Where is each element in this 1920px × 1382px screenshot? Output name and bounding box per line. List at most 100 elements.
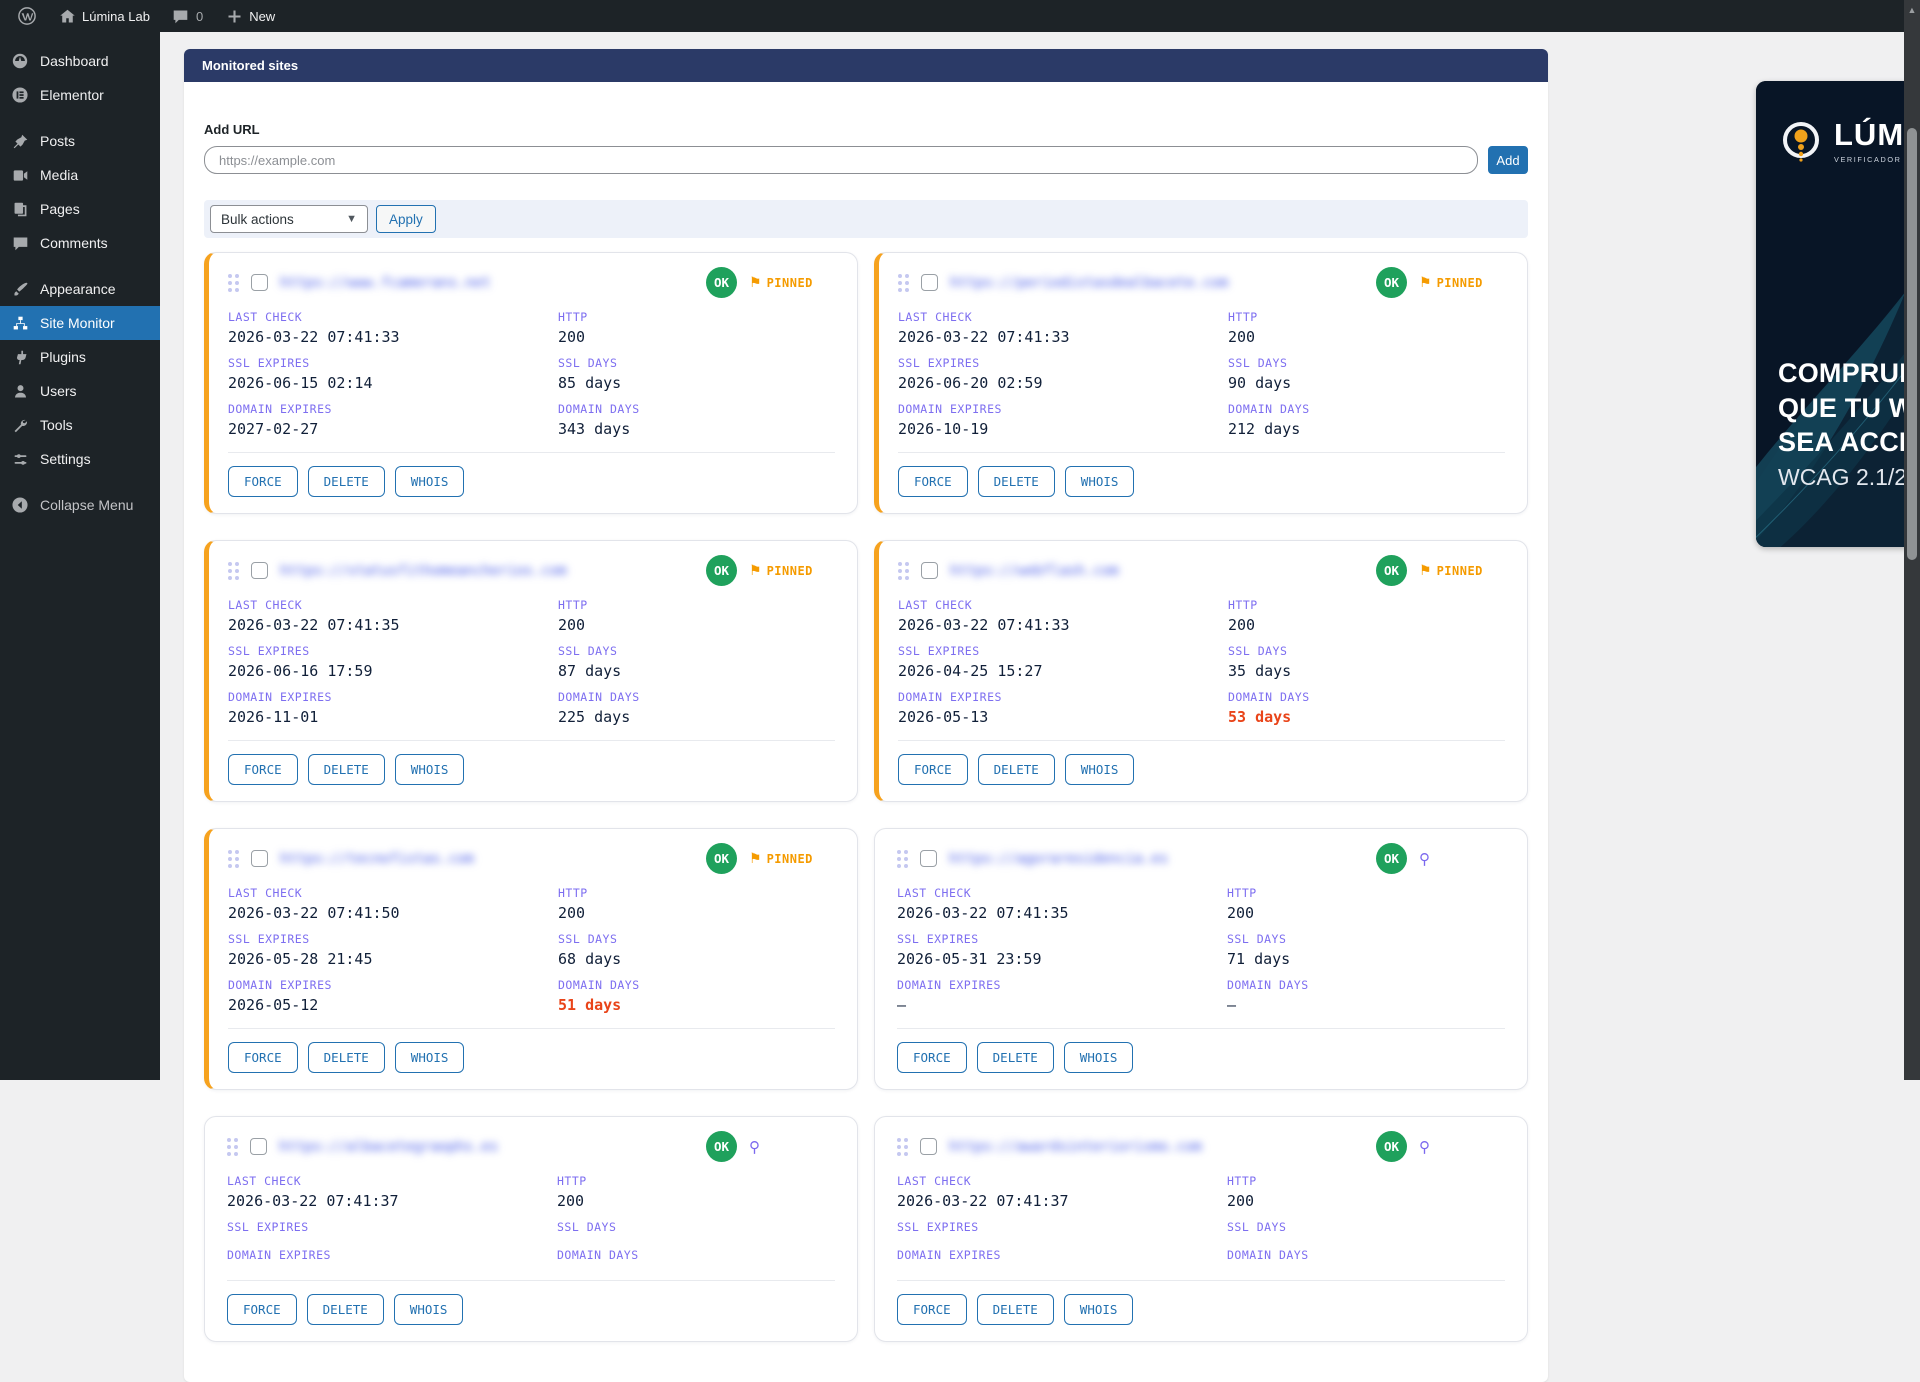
drag-handle-icon[interactable] <box>228 562 239 580</box>
scrollbar-up-arrow[interactable]: ▲ <box>1907 5 1917 15</box>
bulk-actions-select[interactable]: Bulk actions ▼ <box>210 205 368 233</box>
sidebar-label: Settings <box>40 451 91 467</box>
delete-button[interactable]: DELETE <box>977 1042 1054 1073</box>
sidebar-item-pages[interactable]: Pages <box>0 192 160 226</box>
field-ssl-expires: SSL EXPIRES 2026-06-15 02:14 <box>228 356 558 392</box>
whois-button[interactable]: WHOIS <box>1065 754 1135 785</box>
comments-shortcut[interactable]: 0 <box>164 0 211 32</box>
sidebar-item-settings[interactable]: Settings <box>0 442 160 476</box>
field-value: 2026-03-22 07:41:37 <box>227 1192 557 1210</box>
sidebar-item-users[interactable]: Users <box>0 374 160 408</box>
delete-button[interactable]: DELETE <box>978 754 1055 785</box>
pinned-label: PINNED <box>1437 564 1483 578</box>
card-checkbox[interactable] <box>250 1138 267 1155</box>
sidebar-item-plugins[interactable]: Plugins <box>0 340 160 374</box>
site-url-link[interactable]: https://www.fcamerans.net <box>280 275 694 291</box>
drag-handle-icon[interactable] <box>897 850 908 868</box>
field-label: SSL DAYS <box>557 1220 835 1234</box>
url-input[interactable] <box>204 146 1478 174</box>
delete-button[interactable]: DELETE <box>978 466 1055 497</box>
sidebar-item-site-monitor[interactable]: Site Monitor <box>0 306 160 340</box>
force-button[interactable]: FORCE <box>227 1294 297 1325</box>
pinned-badge[interactable]: ⚑ PINNED <box>749 850 813 867</box>
sidebar-item-elementor[interactable]: Elementor <box>0 78 160 112</box>
force-button[interactable]: FORCE <box>898 754 968 785</box>
drag-handle-icon[interactable] <box>228 850 239 868</box>
sidebar-item-media[interactable]: Media <box>0 158 160 192</box>
delete-button[interactable]: DELETE <box>307 1294 384 1325</box>
field-value: 71 days <box>1227 950 1505 968</box>
drag-handle-icon[interactable] <box>897 1138 908 1156</box>
card-checkbox[interactable] <box>251 274 268 291</box>
pin-toggle-icon[interactable]: ⚲ <box>749 1138 760 1156</box>
add-button[interactable]: Add <box>1488 146 1528 174</box>
force-button[interactable]: FORCE <box>898 466 968 497</box>
sidebar-item-tools[interactable]: Tools <box>0 408 160 442</box>
field-label: LAST CHECK <box>228 310 558 324</box>
field-label: DOMAIN DAYS <box>558 690 835 704</box>
card-checkbox[interactable] <box>251 562 268 579</box>
site-url-link[interactable]: https://periodistasdealbacete.com <box>950 275 1364 291</box>
delete-button[interactable]: DELETE <box>308 754 385 785</box>
site-url-link[interactable]: https://statusfithomeancherios.com <box>280 563 694 579</box>
force-button[interactable]: FORCE <box>228 466 298 497</box>
pinned-badge[interactable]: ⚑ PINNED <box>749 274 813 291</box>
whois-button[interactable]: WHOIS <box>1064 1042 1134 1073</box>
site-url-link[interactable]: https://agoraresidencia.es <box>949 851 1364 867</box>
card-checkbox[interactable] <box>920 1138 937 1155</box>
field-label: DOMAIN DAYS <box>1228 402 1505 416</box>
field-last-check: LAST CHECK 2026-03-22 07:41:35 <box>228 598 558 634</box>
delete-button[interactable]: DELETE <box>308 466 385 497</box>
force-button[interactable]: FORCE <box>228 754 298 785</box>
wordpress-logo-icon[interactable] <box>10 0 44 32</box>
monitored-sites-panel: Monitored sites Add URL Add Bulk actions… <box>184 49 1548 1382</box>
scrollbar-thumb[interactable] <box>1907 128 1917 560</box>
pinned-badge[interactable]: ⚑ PINNED <box>1419 562 1483 579</box>
apply-button[interactable]: Apply <box>376 205 436 233</box>
whois-button[interactable]: WHOIS <box>395 466 465 497</box>
field-http: HTTP 200 <box>558 886 835 922</box>
card-checkbox[interactable] <box>921 274 938 291</box>
delete-button[interactable]: DELETE <box>977 1294 1054 1325</box>
pin-toggle-icon[interactable]: ⚲ <box>1419 850 1430 868</box>
pin-toggle-icon[interactable]: ⚲ <box>1419 1138 1430 1156</box>
card-checkbox[interactable] <box>920 850 937 867</box>
lumina-ad-banner[interactable]: LÚMINA VERIFICADOR DE ACCESIBILIDAD COMP… <box>1756 81 1920 547</box>
sidebar-item-comments[interactable]: Comments <box>0 226 160 260</box>
sidebar-item-posts[interactable]: Posts <box>0 124 160 158</box>
banner-line-2: QUE TU WEB <box>1778 391 1920 426</box>
whois-button[interactable]: WHOIS <box>1065 466 1135 497</box>
page-scrollbar[interactable]: ▲ <box>1904 0 1920 1080</box>
card-divider <box>228 452 835 453</box>
delete-button[interactable]: DELETE <box>308 1042 385 1073</box>
page-title: Monitored sites <box>202 58 298 73</box>
pinned-badge[interactable]: ⚑ PINNED <box>749 562 813 579</box>
field-label: LAST CHECK <box>227 1174 557 1188</box>
collapse-menu-button[interactable]: Collapse Menu <box>0 488 160 522</box>
drag-handle-icon[interactable] <box>227 1138 238 1156</box>
site-url-link[interactable]: https://awardsinteriorismo.com <box>949 1139 1364 1155</box>
whois-button[interactable]: WHOIS <box>395 754 465 785</box>
card-checkbox[interactable] <box>251 850 268 867</box>
whois-button[interactable]: WHOIS <box>395 1042 465 1073</box>
drag-handle-icon[interactable] <box>228 274 239 292</box>
site-name-link[interactable]: Lúmina Lab <box>50 0 158 32</box>
field-value: 2026-11-01 <box>228 708 558 726</box>
force-button[interactable]: FORCE <box>228 1042 298 1073</box>
force-button[interactable]: FORCE <box>897 1294 967 1325</box>
force-button[interactable]: FORCE <box>897 1042 967 1073</box>
field-ssl-days: SSL DAYS 87 days <box>558 644 835 680</box>
drag-handle-icon[interactable] <box>898 562 909 580</box>
sidebar-item-appearance[interactable]: Appearance <box>0 272 160 306</box>
pinned-badge[interactable]: ⚑ PINNED <box>1419 274 1483 291</box>
whois-button[interactable]: WHOIS <box>394 1294 464 1325</box>
site-url-link[interactable]: https://tecnofistas.com <box>280 851 694 867</box>
whois-button[interactable]: WHOIS <box>1064 1294 1134 1325</box>
field-last-check: LAST CHECK 2026-03-22 07:41:50 <box>228 886 558 922</box>
drag-handle-icon[interactable] <box>898 274 909 292</box>
new-content-button[interactable]: New <box>217 0 283 32</box>
card-checkbox[interactable] <box>921 562 938 579</box>
sidebar-item-dashboard[interactable]: Dashboard <box>0 44 160 78</box>
site-url-link[interactable]: https://webflash.com <box>950 563 1364 579</box>
site-url-link[interactable]: https://albacetegraophs.es <box>279 1139 694 1155</box>
